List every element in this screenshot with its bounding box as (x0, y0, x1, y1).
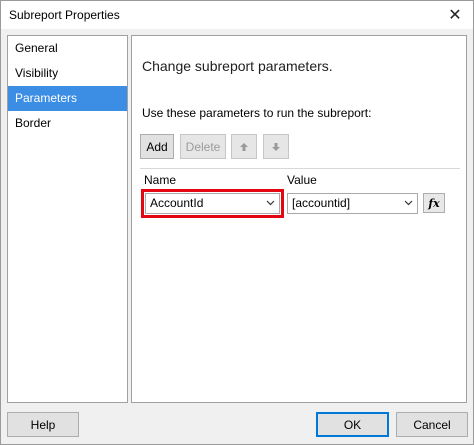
subreport-properties-dialog: Subreport Properties ✕ General Visibilit… (0, 0, 474, 445)
panel-instruction: Use these parameters to run the subrepor… (142, 106, 372, 120)
dialog-title: Subreport Properties (9, 8, 120, 22)
properties-nav: General Visibility Parameters Border (7, 35, 128, 403)
close-icon: ✕ (448, 7, 462, 24)
parameter-name-combo[interactable]: AccountId (145, 193, 280, 214)
column-header-name: Name (144, 173, 177, 187)
chevron-down-icon (404, 200, 413, 206)
cancel-button[interactable]: Cancel (396, 412, 468, 437)
chevron-down-icon (266, 200, 275, 206)
function-icon: fx (428, 196, 440, 210)
arrow-down-icon (272, 142, 280, 151)
move-up-button[interactable] (231, 134, 257, 159)
column-header-value: Value (287, 173, 317, 187)
arrow-up-icon (240, 142, 248, 151)
panel-heading: Change subreport parameters. (142, 58, 333, 74)
parameters-panel: Change subreport parameters. Use these p… (131, 35, 467, 403)
nav-item-border[interactable]: Border (8, 111, 127, 136)
nav-item-parameters[interactable]: Parameters (8, 86, 127, 111)
expression-button[interactable]: fx (423, 193, 445, 213)
close-button[interactable]: ✕ (443, 4, 467, 26)
delete-parameter-button[interactable]: Delete (180, 134, 226, 159)
title-bar: Subreport Properties ✕ (1, 1, 473, 29)
nav-item-visibility[interactable]: Visibility (8, 61, 127, 86)
parameter-name-value: AccountId (150, 196, 204, 210)
parameter-value-text: [accountid] (292, 196, 351, 210)
add-parameter-button[interactable]: Add (140, 134, 174, 159)
parameters-grid: Name Value AccountId [accountid] fx (140, 168, 460, 398)
ok-button[interactable]: OK (316, 412, 389, 437)
move-down-button[interactable] (263, 134, 289, 159)
parameter-value-combo[interactable]: [accountid] (287, 193, 418, 214)
nav-item-general[interactable]: General (8, 36, 127, 61)
help-button[interactable]: Help (7, 412, 79, 437)
